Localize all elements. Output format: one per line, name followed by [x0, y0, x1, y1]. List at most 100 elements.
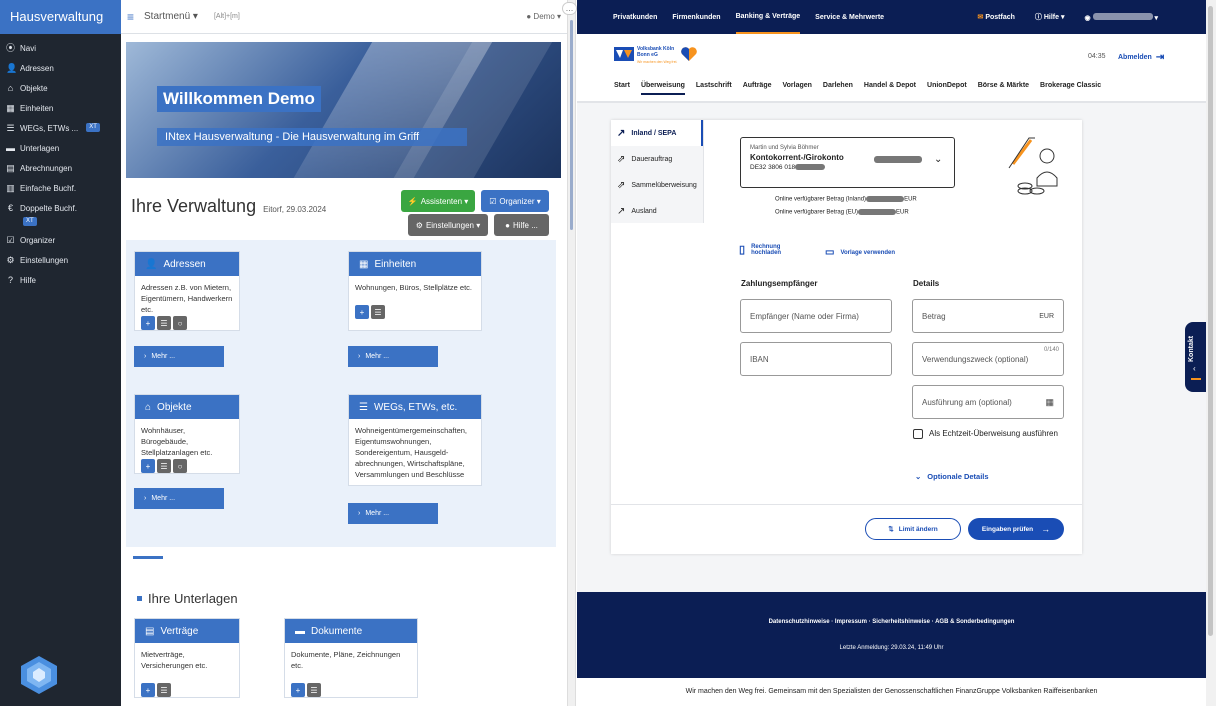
heart-icon: [681, 47, 697, 61]
tab-item[interactable]: Lastschrift: [696, 82, 732, 95]
chevron-down-icon: ⌄: [915, 472, 922, 481]
realtime-checkbox[interactable]: [913, 429, 923, 439]
more-label: Mehr ...: [151, 353, 176, 360]
check-input-button[interactable]: Eingaben prüfen →: [968, 518, 1064, 540]
more-options-icon[interactable]: …: [562, 2, 577, 15]
top-nav-item[interactable]: Privatkunden: [613, 0, 657, 34]
card-adressen: 👤 Adressen Adressen z.B. von Mietern, Eig…: [134, 251, 240, 331]
tab-item[interactable]: UnionDepot: [927, 82, 967, 95]
details-heading: Details: [913, 279, 940, 288]
list-button[interactable]: ☰: [307, 683, 321, 697]
user-name: Demo ▾: [533, 12, 561, 21]
footer-links[interactable]: Datenschutzhinweise · Impressum · Sicher…: [577, 619, 1206, 625]
sidebar-item[interactable]: ☰ WEGs, ETWs ... XT: [0, 123, 121, 134]
tab-item[interactable]: Darlehen: [823, 82, 853, 95]
list-button[interactable]: ☰: [157, 316, 171, 330]
optional-details-toggle[interactable]: ⌄ Optionale Details: [915, 472, 989, 481]
tab-item[interactable]: Überweisung: [640, 82, 685, 95]
use-template-button[interactable]: ▭ Vorlage verwenden: [825, 247, 895, 258]
list-button[interactable]: ☰: [371, 305, 385, 319]
limit-button[interactable]: ⇅ Limit ändern: [865, 518, 961, 540]
search-button[interactable]: ○: [173, 459, 187, 473]
transfer-type-label: Inland / SEPA: [631, 129, 677, 137]
transfer-type-item[interactable]: ↗ Inland / SEPA: [611, 120, 703, 146]
transfer-type-item[interactable]: ⇗ Dauerauftrag: [611, 146, 703, 172]
assistenten-button[interactable]: ⚡ Assistenten ▾: [401, 190, 475, 212]
more-button-wegs[interactable]: › Mehr ...: [348, 503, 438, 524]
kontakt-tab[interactable]: Kontakt ‹: [1185, 322, 1206, 392]
iban-input[interactable]: IBAN: [740, 342, 892, 376]
search-button[interactable]: ○: [173, 316, 187, 330]
page-title: Ihre Verwaltung Eitorf, 29.03.2024: [131, 196, 326, 217]
sidebar-item[interactable]: 👤 Adressen: [0, 63, 121, 74]
right-scrollbar[interactable]: [1206, 0, 1216, 706]
card-header[interactable]: ▦ Einheiten: [349, 252, 481, 276]
sidebar-item[interactable]: ▦ Einheiten: [0, 103, 121, 114]
add-button[interactable]: +: [355, 305, 369, 319]
tab-item[interactable]: Handel & Depot: [864, 82, 916, 95]
transfer-type-item[interactable]: ↗ Ausland: [611, 198, 703, 224]
tab-item[interactable]: Start: [614, 82, 630, 95]
sidebar-item[interactable]: ▤ Abrechnungen: [0, 163, 121, 174]
start-menu[interactable]: Startmenü ▾: [144, 11, 198, 22]
add-button[interactable]: +: [141, 683, 155, 697]
card-header[interactable]: ☰ WEGs, ETWs, etc.: [349, 395, 481, 419]
card-header[interactable]: ▤ Verträge: [135, 619, 239, 643]
top-nav-item[interactable]: Service & Mehrwerte: [815, 0, 884, 34]
list-button[interactable]: ☰: [157, 683, 171, 697]
add-button[interactable]: +: [141, 459, 155, 473]
sidebar-item[interactable]: € Doppelte Buchf. XT: [0, 203, 121, 226]
organizer-button[interactable]: ☑ Organizer ▾: [481, 190, 549, 212]
bank-slogan: Wir machen den Weg frei. Gemeinsam mit d…: [577, 678, 1206, 706]
hamburger-icon[interactable]: ≡: [127, 10, 134, 24]
hilfe-menu[interactable]: ⓘ Hilfe ▾: [1035, 12, 1065, 22]
card-header[interactable]: ⌂ Objekte: [135, 395, 239, 419]
postfach-button[interactable]: ✉ Postfach: [977, 13, 1014, 21]
sidebar-item[interactable]: ⚙ Einstellungen: [0, 255, 121, 266]
add-button[interactable]: +: [141, 316, 155, 330]
more-button-objekte[interactable]: › Mehr ...: [134, 488, 224, 509]
purpose-input[interactable]: Verwendungszweck (optional) 0/140: [912, 342, 1064, 376]
sidebar-item[interactable]: ▬ Unterlagen: [0, 143, 121, 154]
payee-input[interactable]: Empfänger (Name oder Firma): [740, 299, 892, 333]
arrow-up-right-icon: ↗: [617, 205, 626, 217]
tab-item[interactable]: Brokerage Classic: [1040, 82, 1101, 95]
einstellungen-button[interactable]: ⚙ Einstellungen ▾: [408, 214, 488, 236]
date-input[interactable]: Ausführung am (optional) ▦: [912, 385, 1064, 419]
check-square-icon: ☑: [489, 196, 497, 206]
sidebar-item-label: Einheiten: [20, 104, 54, 113]
card-header[interactable]: 👤 Adressen: [135, 252, 239, 276]
tab-item[interactable]: Börse & Märkte: [978, 82, 1029, 95]
card-header[interactable]: ▬ Dokumente: [285, 619, 417, 643]
sidebar-item[interactable]: ? Hilfe: [0, 275, 121, 286]
add-button[interactable]: +: [291, 683, 305, 697]
account-select[interactable]: Martin und Sylvia Böhmer Kontokorrent-/G…: [740, 137, 955, 188]
transfer-type-item[interactable]: ⇗ Sammelüberweisung: [611, 172, 703, 198]
calendar-icon[interactable]: ▦: [1045, 397, 1054, 408]
top-nav-item[interactable]: Firmenkunden: [672, 0, 720, 34]
scrollbar-thumb[interactable]: [570, 20, 573, 230]
sidebar-item[interactable]: ⦿ Navi: [0, 43, 121, 54]
user-menu[interactable]: ● Demo ▾: [526, 12, 561, 21]
split-divider[interactable]: …: [562, 0, 577, 706]
assistenten-label: Assistenten ▾: [420, 196, 469, 206]
payee-placeholder: Empfänger (Name oder Firma): [750, 311, 859, 321]
upload-invoice-button[interactable]: ▯ Rechnung hochladen: [739, 243, 799, 257]
sidebar-item[interactable]: ▥ Einfache Buchf.: [0, 183, 121, 194]
sidebar-item[interactable]: ☑ Organizer: [0, 235, 121, 246]
tab-item[interactable]: Vorlagen: [782, 82, 811, 95]
list-button[interactable]: ☰: [157, 459, 171, 473]
bank-tagline: Wir machen den Weg frei.: [637, 60, 678, 64]
amount-input[interactable]: Betrag EUR: [912, 299, 1064, 333]
more-button-adressen[interactable]: › Mehr ...: [134, 346, 224, 367]
profile-menu[interactable]: ◉ ▾: [1084, 12, 1158, 22]
sidebar-item[interactable]: ⌂ Objekte: [0, 83, 121, 94]
scrollbar-thumb[interactable]: [1208, 6, 1213, 636]
hilfe-button[interactable]: ● Hilfe ...: [494, 214, 549, 236]
brand-title[interactable]: Hausverwaltung: [0, 0, 121, 34]
logout-button[interactable]: Abmelden ⇥: [1118, 52, 1164, 63]
more-button-einheiten[interactable]: › Mehr ...: [348, 346, 438, 367]
check-label: Eingaben prüfen: [981, 525, 1034, 533]
top-nav-item[interactable]: Banking & Verträge: [735, 0, 801, 34]
tab-item[interactable]: Aufträge: [743, 82, 772, 95]
